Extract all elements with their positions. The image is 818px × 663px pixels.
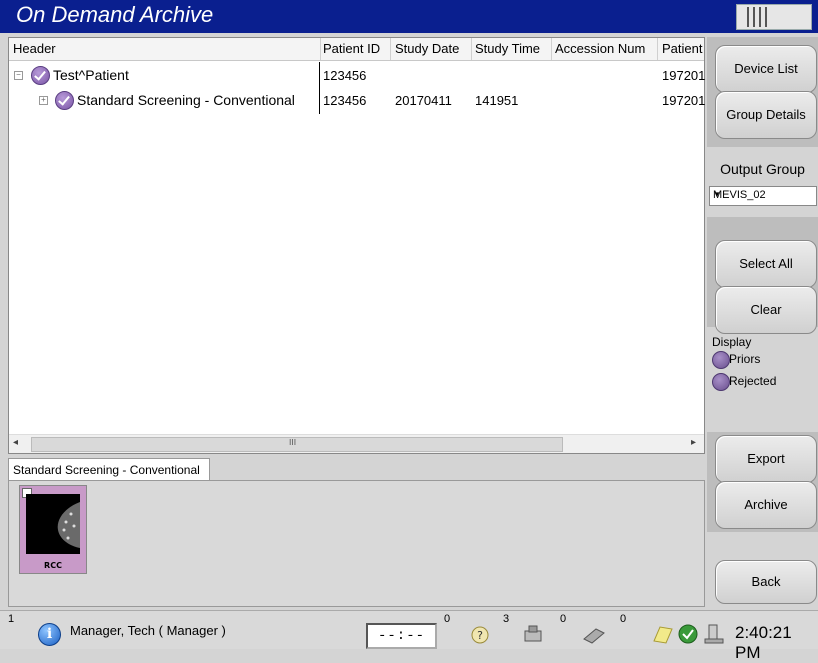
rejected-radio-icon[interactable] (712, 373, 730, 391)
thumbnail-label: RCC (44, 561, 62, 570)
alert-count: 1 (8, 613, 15, 625)
output-group-select[interactable]: MEVIS_02 ▼ (709, 186, 817, 206)
note-icon[interactable] (650, 623, 674, 645)
display-label: Display (712, 335, 752, 349)
priors-label[interactable]: Priors (729, 352, 760, 366)
collapse-icon[interactable]: − (14, 71, 23, 80)
printer-count: 0 (620, 613, 627, 625)
checked-icon[interactable] (55, 91, 74, 110)
col-patient[interactable]: Patient (662, 41, 702, 56)
clear-label: Clear (750, 302, 782, 317)
patient-dob: 197201 (662, 68, 706, 83)
archive-button[interactable]: Archive (715, 481, 817, 529)
table-row[interactable]: + Standard Screening - Conventional 1234… (9, 88, 706, 112)
tab-study[interactable]: Standard Screening - Conventional (8, 458, 210, 481)
printer-icon[interactable] (582, 623, 606, 645)
output-group-label: Output Group (720, 161, 805, 177)
mammogram-image (26, 494, 80, 554)
tab-label: Standard Screening - Conventional (13, 463, 200, 477)
clock: 2:40:21 PM (735, 623, 792, 662)
scroll-thumb[interactable] (31, 437, 563, 452)
col-accession-num[interactable]: Accession Num (555, 41, 645, 56)
select-all-label: Select All (739, 256, 793, 271)
scroll-grip: III (289, 438, 297, 447)
device-list-button[interactable]: Device List (715, 45, 817, 93)
window-title: On Demand Archive (16, 2, 214, 27)
horizontal-scrollbar[interactable]: ◂ III ▸ (9, 434, 704, 453)
brand-logo (736, 4, 812, 30)
chevron-down-icon: ▼ (713, 190, 721, 199)
table-row[interactable]: − Test^Patient 123456 197201 (9, 63, 706, 87)
expand-icon[interactable]: + (39, 96, 48, 105)
patient-id: 123456 (323, 68, 367, 83)
info-icon[interactable]: i (38, 623, 61, 646)
scroll-right-icon[interactable]: ▸ (691, 437, 696, 448)
network-icon[interactable] (703, 623, 727, 645)
export-label: Export (747, 451, 785, 466)
study-grid[interactable]: Header Patient ID Study Date Study Time … (8, 37, 705, 454)
back-button[interactable]: Back (715, 560, 817, 604)
study-time: 141951 (475, 93, 519, 108)
device-icon[interactable] (522, 623, 546, 645)
help-icon[interactable]: ? (468, 623, 492, 645)
export-button[interactable]: Export (715, 435, 817, 483)
title-bar: On Demand Archive (0, 0, 818, 33)
col-study-time[interactable]: Study Time (475, 41, 540, 56)
device-list-label: Device List (734, 61, 798, 76)
group-details-button[interactable]: Group Details (715, 91, 817, 139)
device-count: 0 (560, 613, 567, 625)
help-count: 3 (503, 613, 510, 625)
patient-name: Test^Patient (53, 67, 129, 83)
study-date: 20170411 (395, 93, 452, 108)
image-thumbnail[interactable]: RCC (19, 485, 87, 574)
scroll-left-icon[interactable]: ◂ (13, 437, 18, 448)
grid-header: Header Patient ID Study Date Study Time … (9, 38, 704, 61)
side-panel: Device List Group Details Output Group M… (707, 37, 818, 605)
patient-id: 123456 (323, 93, 367, 108)
archive-label: Archive (744, 497, 788, 512)
patient-dob: 197201 (662, 93, 706, 108)
svg-text:?: ? (477, 629, 483, 642)
col-header[interactable]: Header (13, 41, 56, 56)
col-patient-id[interactable]: Patient ID (323, 41, 380, 56)
status-bar: 1 i Manager, Tech ( Manager ) --:-- 0 ? … (0, 610, 818, 662)
current-user[interactable]: Manager, Tech ( Manager ) (70, 623, 226, 638)
select-all-button[interactable]: Select All (715, 240, 817, 288)
priors-radio-icon[interactable] (712, 351, 730, 369)
group-details-label: Group Details (726, 107, 806, 122)
col-study-date[interactable]: Study Date (395, 41, 459, 56)
status-ok-icon[interactable] (676, 623, 700, 645)
timer-display: --:-- (366, 623, 437, 649)
rejected-label[interactable]: Rejected (729, 374, 776, 388)
thumbnail-panel: RCC (8, 480, 705, 607)
timer-count: 0 (444, 613, 451, 625)
checked-icon[interactable] (31, 66, 50, 85)
clear-button[interactable]: Clear (715, 286, 817, 334)
back-label: Back (751, 574, 781, 589)
study-description: Standard Screening - Conventional (77, 92, 295, 108)
